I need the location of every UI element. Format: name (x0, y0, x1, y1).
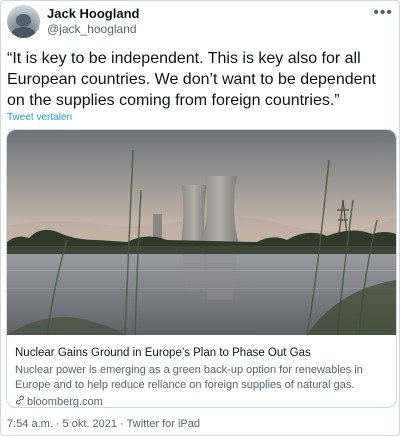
tweet-card: Jack Hoogland @jack_hoogland ••• “It is … (0, 0, 400, 436)
card-meta: Nuclear Gains Ground in Europe’s Plan to… (15, 345, 391, 408)
tweet-source[interactable]: Twitter for iPad (127, 418, 200, 430)
link-icon (15, 395, 25, 407)
card-title[interactable]: Nuclear Gains Ground in Europe’s Plan to… (15, 345, 391, 361)
avatar[interactable] (7, 5, 40, 38)
article-image[interactable] (7, 130, 396, 335)
tweet-time[interactable]: 7:54 a.m. (7, 418, 53, 430)
separator: · (55, 418, 60, 430)
tweet-footer: 7:54 a.m. · 5 okt. 2021 · Twitter for iPad (7, 418, 200, 430)
author-name[interactable]: Jack Hoogland (47, 6, 139, 21)
tweet-text: “It is key to be independent. This is ke… (7, 50, 376, 109)
card-description: Nuclear power is emerging as a green bac… (15, 364, 363, 391)
translate-tweet-link[interactable]: Tweet vertalen (7, 112, 72, 123)
tweet-date[interactable]: 5 okt. 2021 (63, 418, 117, 430)
author-handle[interactable]: @jack_hoogland (47, 22, 137, 36)
separator: · (119, 418, 124, 430)
link-preview-card[interactable]: Nuclear Gains Ground in Europe’s Plan to… (6, 129, 397, 408)
card-domain-text: bloomberg.com (27, 396, 103, 408)
ellipsis-icon[interactable]: ••• (373, 5, 393, 21)
card-domain: bloomberg.com (15, 395, 391, 408)
